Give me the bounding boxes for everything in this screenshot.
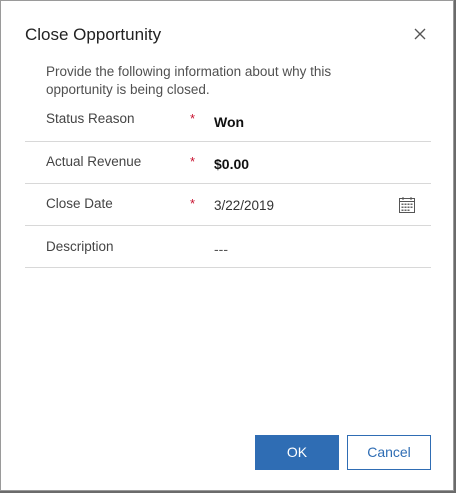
- close-date-field[interactable]: 3/22/2019: [214, 198, 274, 213]
- actual-revenue-row: Actual Revenue * $0.00: [25, 142, 431, 184]
- close-opportunity-dialog: Close Opportunity Provide the following …: [0, 0, 454, 491]
- description-row: Description ---: [25, 226, 431, 268]
- description-label: Description: [46, 239, 114, 254]
- status-reason-label: Status Reason: [46, 111, 135, 126]
- status-reason-field[interactable]: Won: [214, 114, 244, 130]
- close-icon: [409, 23, 431, 45]
- required-indicator: *: [190, 111, 196, 126]
- required-indicator: *: [190, 196, 196, 211]
- calendar-button[interactable]: [398, 196, 416, 214]
- actual-revenue-field[interactable]: $0.00: [214, 156, 249, 172]
- close-date-label: Close Date: [46, 196, 113, 211]
- status-reason-row: Status Reason * Won: [25, 100, 431, 142]
- actual-revenue-label: Actual Revenue: [46, 154, 142, 169]
- dialog-description: Provide the following information about …: [46, 64, 332, 97]
- description-field[interactable]: ---: [214, 241, 228, 257]
- close-date-row: Close Date * 3/22/2019: [25, 184, 431, 226]
- calendar-icon: [398, 197, 416, 218]
- cancel-button[interactable]: Cancel: [347, 435, 431, 470]
- close-button[interactable]: [409, 23, 431, 45]
- required-indicator: *: [190, 154, 196, 169]
- dialog-title: Close Opportunity: [25, 25, 162, 44]
- ok-button[interactable]: OK: [255, 435, 339, 470]
